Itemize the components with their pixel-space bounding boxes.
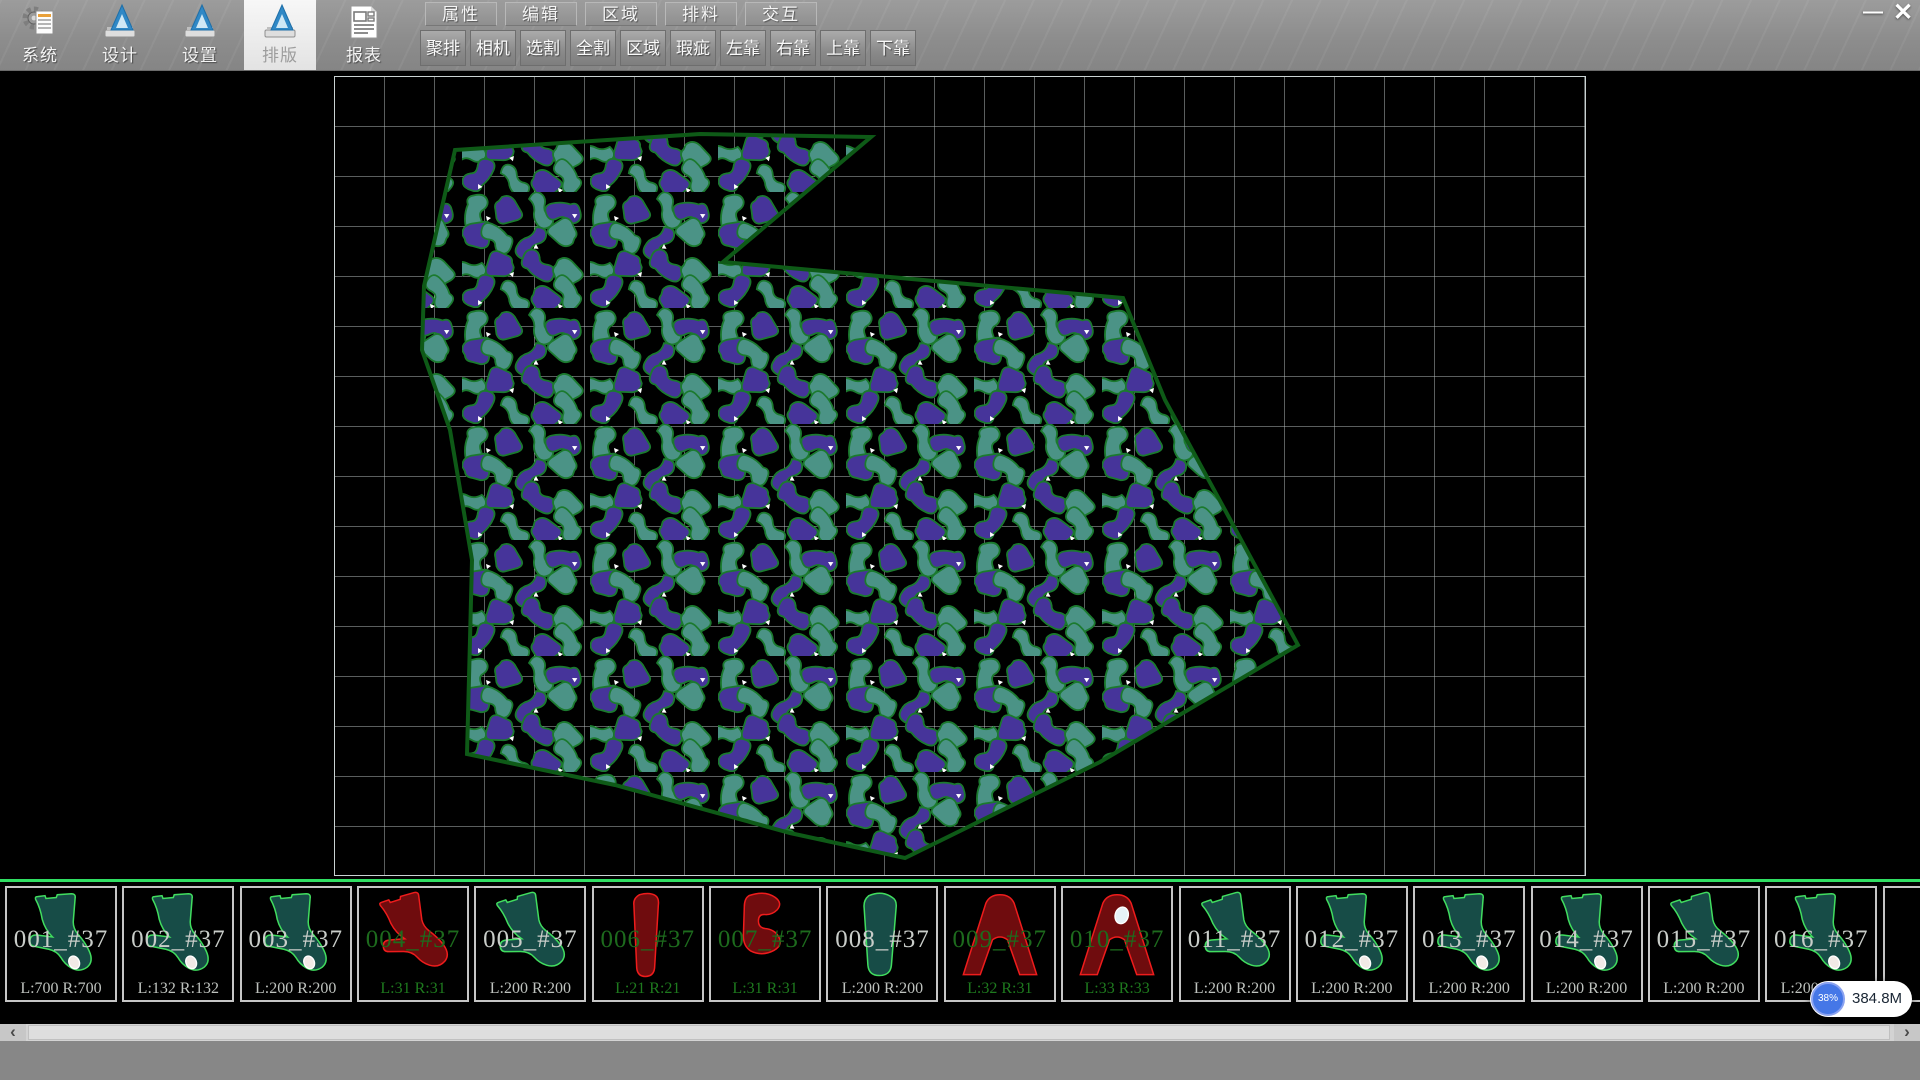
thumbnail-sizes: L:31 R:31 xyxy=(711,980,819,998)
title-toolbar: 系统设计设置排版报表 属性编辑区域排料交互 聚排相机选割全割区域瑕疵左靠右靠上靠… xyxy=(0,0,1920,71)
thumbnail-007_#37[interactable]: 007_#37 L:31 R:31 xyxy=(709,886,821,1002)
thumbnail-003_#37[interactable]: 003_#37 L:200 R:200 xyxy=(240,886,352,1002)
thumbnail-sizes: L:21 R:21 xyxy=(594,980,702,998)
tab-design[interactable]: 设计 xyxy=(84,0,156,70)
tab-label: 排版 xyxy=(244,41,316,66)
thumbnail-label: 015_#37 xyxy=(1650,926,1758,954)
tool-camera[interactable]: 相机 xyxy=(470,30,516,66)
thumbnail-sizes: L:200 R:200 xyxy=(1533,980,1641,998)
thumbnail-label: 0 xyxy=(1885,926,1920,954)
tool-select-cut[interactable]: 选割 xyxy=(520,30,566,66)
menu-properties[interactable]: 属性 xyxy=(425,2,497,26)
status-bar xyxy=(0,1041,1920,1080)
thumbnail-label: 001_#37 xyxy=(7,926,115,954)
menu-interact[interactable]: 交互 xyxy=(745,2,817,26)
tool-snap-right[interactable]: 右靠 xyxy=(770,30,816,66)
thumbnail-013_#37[interactable]: 013_#37 L:200 R:200 xyxy=(1413,886,1525,1002)
close-button[interactable]: ✕ xyxy=(1888,0,1918,28)
tool-cut-all[interactable]: 全割 xyxy=(570,30,616,66)
tab-system[interactable]: 系统 xyxy=(4,0,76,70)
status-badge[interactable]: 38% 384.8M xyxy=(1810,981,1912,1017)
nesting-icon xyxy=(261,3,299,41)
thumbnail-label: 011_#37 xyxy=(1181,926,1289,954)
thumbnail-sizes: L:200 R:200 xyxy=(476,980,584,998)
tab-report[interactable]: 报表 xyxy=(328,0,400,70)
tab-label: 报表 xyxy=(328,41,400,66)
thumbnail-label: 003_#37 xyxy=(242,926,350,954)
tool-cluster-nest[interactable]: 聚排 xyxy=(420,30,466,66)
thumbnail-sizes: L:200 R:200 xyxy=(828,980,936,998)
settings-icon xyxy=(181,3,219,41)
thumbnail-005_#37[interactable]: 005_#37 L:200 R:200 xyxy=(474,886,586,1002)
nesting-canvas[interactable] xyxy=(334,76,1586,876)
memory-value: 384.8M xyxy=(1852,981,1902,1017)
minimize-button[interactable]: — xyxy=(1860,0,1886,28)
progress-badge: 38% xyxy=(1811,982,1845,1016)
thumbnail-label: 009_#37 xyxy=(946,926,1054,954)
design-icon xyxy=(101,3,139,41)
thumbnail-sizes: L:200 R:200 xyxy=(1415,980,1523,998)
thumbnail-sizes: L:31 R:31 xyxy=(359,980,467,998)
thumbnail-label: 002_#37 xyxy=(124,926,232,954)
thumbnail-label: 007_#37 xyxy=(711,926,819,954)
tool-defect[interactable]: 瑕疵 xyxy=(670,30,716,66)
thumbnail-label: 006_#37 xyxy=(594,926,702,954)
thumbnail-sizes: L:700 R:700 xyxy=(7,980,115,998)
thumbnail-label: 005_#37 xyxy=(476,926,584,954)
tool-snap-left[interactable]: 左靠 xyxy=(720,30,766,66)
report-icon xyxy=(345,3,383,41)
thumbnail-label: 010_#37 xyxy=(1063,926,1171,954)
tool-region[interactable]: 区域 xyxy=(620,30,666,66)
thumbnail-sizes: L:200 R:200 xyxy=(242,980,350,998)
thumbnail-010_#37[interactable]: 010_#37 L:33 R:33 xyxy=(1061,886,1173,1002)
horizontal-scrollbar[interactable]: ‹ › xyxy=(0,1024,1920,1041)
thumbnail-sizes: L:32 R:31 xyxy=(946,980,1054,998)
thumbnail-015_#37[interactable]: 015_#37 L:200 R:200 xyxy=(1648,886,1760,1002)
thumbnail-011_#37[interactable]: 011_#37 L:200 R:200 xyxy=(1179,886,1291,1002)
thumbnail-004_#37[interactable]: 004_#37 L:31 R:31 xyxy=(357,886,469,1002)
scroll-left-icon[interactable]: ‹ xyxy=(0,1024,26,1041)
thumbnail-012_#37[interactable]: 012_#37 L:200 R:200 xyxy=(1296,886,1408,1002)
tool-snap-bottom[interactable]: 下靠 xyxy=(870,30,916,66)
system-icon xyxy=(21,3,59,41)
thumbnail-014_#37[interactable]: 014_#37 L:200 R:200 xyxy=(1531,886,1643,1002)
thumbnail-label: 016_#37 xyxy=(1767,926,1875,954)
scrollbar-thumb[interactable] xyxy=(28,1025,1890,1040)
thumbnail-009_#37[interactable]: 009_#37 L:32 R:31 xyxy=(944,886,1056,1002)
thumbnail-sizes: L:200 R:200 xyxy=(1298,980,1406,998)
tool-snap-top[interactable]: 上靠 xyxy=(820,30,866,66)
thumbnail-sizes: L:33 R:33 xyxy=(1063,980,1171,998)
thumbnail-sizes: L:200 R:200 xyxy=(1650,980,1758,998)
strip-divider xyxy=(0,879,1920,882)
thumbnail-label: 014_#37 xyxy=(1533,926,1641,954)
tab-label: 设置 xyxy=(164,41,236,66)
thumbnail-001_#37[interactable]: 001_#37 L:700 R:700 xyxy=(5,886,117,1002)
thumbnail-label: 004_#37 xyxy=(359,926,467,954)
menu-nesting[interactable]: 排料 xyxy=(665,2,737,26)
thumbnail-006_#37[interactable]: 006_#37 L:21 R:21 xyxy=(592,886,704,1002)
app-window: 系统设计设置排版报表 属性编辑区域排料交互 聚排相机选割全割区域瑕疵左靠右靠上靠… xyxy=(0,0,1920,1080)
tab-label: 设计 xyxy=(84,41,156,66)
thumbnail-sizes: L:200 R:200 xyxy=(1181,980,1289,998)
thumbnail-label: 013_#37 xyxy=(1415,926,1523,954)
tab-settings[interactable]: 设置 xyxy=(164,0,236,70)
menu-edit[interactable]: 编辑 xyxy=(505,2,577,26)
menu-region[interactable]: 区域 xyxy=(585,2,657,26)
thumbnail-008_#37[interactable]: 008_#37 L:200 R:200 xyxy=(826,886,938,1002)
scroll-right-icon[interactable]: › xyxy=(1894,1024,1920,1041)
thumbnail-sizes: L:132 R:132 xyxy=(124,980,232,998)
thumbnail-label: 012_#37 xyxy=(1298,926,1406,954)
thumbnail-label: 008_#37 xyxy=(828,926,936,954)
thumbnail-002_#37[interactable]: 002_#37 L:132 R:132 xyxy=(122,886,234,1002)
tab-label: 系统 xyxy=(4,41,76,66)
tab-nesting[interactable]: 排版 xyxy=(244,0,316,70)
